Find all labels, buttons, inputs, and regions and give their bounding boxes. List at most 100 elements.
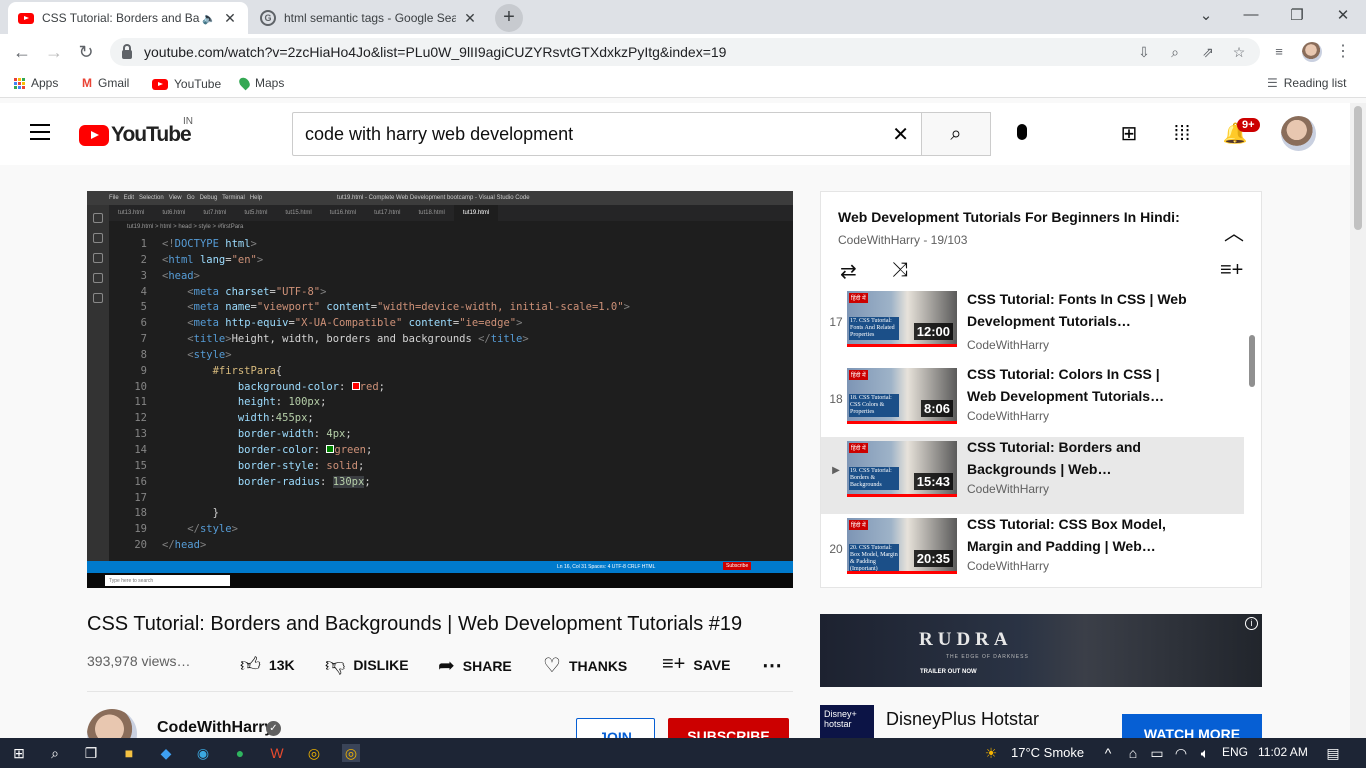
- file-explorer-icon[interactable]: ■: [120, 744, 138, 762]
- new-tab-button[interactable]: +: [495, 4, 523, 32]
- save-button[interactable]: ≡+ SAVE: [662, 653, 730, 676]
- reading-list-icon: ☰: [1267, 76, 1278, 90]
- thumbnail-label: 18. CSS Tutorial: CSS Colors & Propertie…: [849, 394, 899, 417]
- action-center-icon[interactable]: ▤: [1324, 744, 1342, 762]
- playlist-item-current[interactable]: ▶ हिंदी में 19. CSS Tutorial: Borders & B…: [821, 437, 1244, 514]
- bookmark-label: Apps: [31, 76, 59, 90]
- close-window-button[interactable]: ✕: [1333, 6, 1353, 24]
- thumbnail-label: 20. CSS Tutorial: Box Model, Margin & Pa…: [849, 544, 899, 572]
- vscode-activity-bar: [87, 205, 109, 561]
- close-tab-icon[interactable]: ✕: [462, 10, 478, 27]
- url-text: youtube.com/watch?v=2zcHiaHo4Jo&list=PLu…: [144, 44, 727, 60]
- clear-search-icon[interactable]: ✕: [892, 122, 909, 147]
- wifi-icon[interactable]: ◠: [1172, 744, 1190, 762]
- reload-icon[interactable]: ↻: [74, 40, 98, 64]
- playlist-item[interactable]: 20 हिंदी में 20. CSS Tutorial: Box Model,…: [821, 514, 1244, 587]
- windows-start-icon[interactable]: ⊞: [10, 744, 28, 762]
- close-tab-icon[interactable]: ✕: [222, 10, 238, 27]
- speaker-icon[interactable]: 🔈: [202, 12, 216, 25]
- youtube-logo[interactable]: YouTube: [79, 123, 192, 147]
- vscode-breadcrumb: tut19.html > html > head > style > #firs…: [127, 224, 244, 230]
- loop-playlist-icon[interactable]: ⇄: [840, 259, 857, 284]
- playlist-scrollbar[interactable]: [1249, 335, 1255, 387]
- channel-name[interactable]: CodeWithHarry: [157, 719, 273, 737]
- video-thumbnail: हिंदी में 20. CSS Tutorial: Box Model, Ma…: [847, 518, 957, 574]
- network-icon[interactable]: ⌂: [1124, 744, 1142, 762]
- more-actions-icon[interactable]: ⋯: [762, 653, 782, 678]
- playlist-item[interactable]: 17 हिंदी में 17. CSS Tutorial: Fonts And …: [821, 287, 1244, 364]
- playlist-item-channel: CodeWithHarry: [967, 409, 1050, 423]
- task-view-icon[interactable]: ❐: [82, 744, 100, 762]
- duration-badge: 20:35: [913, 550, 953, 567]
- minimize-button[interactable]: —: [1241, 6, 1261, 23]
- apps-grid-icon[interactable]: ⁞⁞⁞: [1168, 120, 1196, 148]
- editor-tab: tut6.html: [162, 210, 186, 216]
- weather-text[interactable]: 17°C Smoke: [1011, 745, 1084, 760]
- playlist-title[interactable]: Web Development Tutorials For Beginners …: [838, 209, 1180, 225]
- forward-arrow-icon[interactable]: →: [42, 40, 66, 64]
- browser-tab-google[interactable]: G html semantic tags - Google Sear ✕: [250, 2, 488, 34]
- tab-search-icon[interactable]: ⌄: [1196, 6, 1216, 24]
- view-count[interactable]: 393,978 views…: [87, 653, 191, 669]
- bookmark-gmail[interactable]: M Gmail: [82, 76, 129, 90]
- divider: [87, 691, 793, 692]
- upwork-icon[interactable]: ●: [231, 744, 249, 762]
- battery-icon[interactable]: ▭: [1148, 744, 1166, 762]
- hamburger-menu-icon[interactable]: [30, 124, 50, 145]
- share-icon[interactable]: ⇗: [1199, 44, 1217, 61]
- chrome-icon[interactable]: ◎: [305, 744, 323, 762]
- volume-icon[interactable]: 🔈︎: [1196, 744, 1214, 762]
- dislike-button[interactable]: 👎︎ DISLIKE: [325, 653, 409, 677]
- taskbar-search-icon[interactable]: ⌕: [46, 744, 64, 762]
- search-input[interactable]: code with harry web development ✕: [292, 112, 922, 156]
- region-code: IN: [183, 116, 193, 127]
- super-thanks-icon: ♡: [543, 655, 561, 677]
- bookmark-maps[interactable]: Maps: [237, 75, 284, 91]
- menu-kebab-icon[interactable]: ⋮: [1334, 41, 1352, 61]
- ad-info-icon[interactable]: i: [1245, 617, 1258, 630]
- zoom-icon[interactable]: ⌕: [1166, 44, 1184, 61]
- maps-pin-icon: [237, 75, 252, 91]
- playlist-index: 20: [829, 542, 843, 556]
- video-player[interactable]: File Edit Selection View Go Debug Termin…: [87, 191, 793, 588]
- page-scrollbar-thumb[interactable]: [1354, 106, 1362, 230]
- editor-tab: tut16.html: [329, 210, 357, 216]
- share-button[interactable]: ➦ SHARE: [438, 653, 512, 678]
- create-video-icon[interactable]: ⊞: [1115, 120, 1143, 148]
- ad-banner[interactable]: RUDRA THE EDGE OF DARKNESS TRAILER OUT N…: [820, 614, 1262, 687]
- tray-chevron-icon[interactable]: ^: [1099, 744, 1117, 762]
- thanks-button[interactable]: ♡ THANKS: [543, 653, 627, 678]
- collapse-playlist-icon[interactable]: ︿: [1224, 217, 1244, 246]
- vscode-icon[interactable]: ◆: [157, 744, 175, 762]
- editor-tab: tut13.html: [118, 210, 145, 216]
- clock[interactable]: 11:02 AM: [1258, 745, 1308, 759]
- like-button[interactable]: 👍︎ 13K: [240, 653, 295, 677]
- chrome-active-icon[interactable]: ◎: [342, 744, 360, 762]
- media-control-icon[interactable]: ≡: [1270, 44, 1288, 59]
- now-playing-icon: ▶: [832, 465, 840, 476]
- shuffle-icon[interactable]: ⤨: [892, 259, 908, 282]
- voice-search-button[interactable]: [1008, 120, 1036, 148]
- playlist-item[interactable]: 18 हिंदी में 18. CSS Tutorial: CSS Colors…: [821, 364, 1244, 441]
- line-number: 4: [140, 285, 147, 298]
- bookmark-apps[interactable]: Apps: [14, 76, 58, 90]
- gmail-icon: M: [82, 76, 92, 90]
- notification-badge: 9+: [1237, 118, 1260, 132]
- address-bar[interactable]: youtube.com/watch?v=2zcHiaHo4Jo&list=PLu…: [110, 38, 1260, 66]
- profile-avatar[interactable]: [1302, 42, 1322, 62]
- account-avatar[interactable]: [1281, 116, 1316, 151]
- edge-icon[interactable]: ◉: [194, 744, 212, 762]
- share-arrow-icon: ➦: [438, 655, 455, 677]
- playlist-menu-icon[interactable]: ≡+: [1220, 259, 1243, 282]
- search-button[interactable]: ⌕: [921, 112, 991, 156]
- install-icon[interactable]: ⇩: [1135, 44, 1153, 61]
- back-arrow-icon[interactable]: ←: [10, 40, 34, 64]
- bookmark-star-icon[interactable]: ☆: [1230, 44, 1248, 61]
- language-indicator[interactable]: ENG: [1222, 745, 1248, 759]
- editor-tab: tut18.html: [418, 210, 445, 216]
- reading-list-button[interactable]: ☰ Reading list: [1267, 76, 1346, 90]
- bookmark-youtube[interactable]: YouTube: [152, 77, 221, 91]
- wps-icon[interactable]: W: [268, 744, 286, 762]
- restore-button[interactable]: ❐: [1287, 6, 1307, 24]
- browser-tab-youtube[interactable]: CSS Tutorial: Borders and Ba 🔈 ✕: [8, 2, 248, 34]
